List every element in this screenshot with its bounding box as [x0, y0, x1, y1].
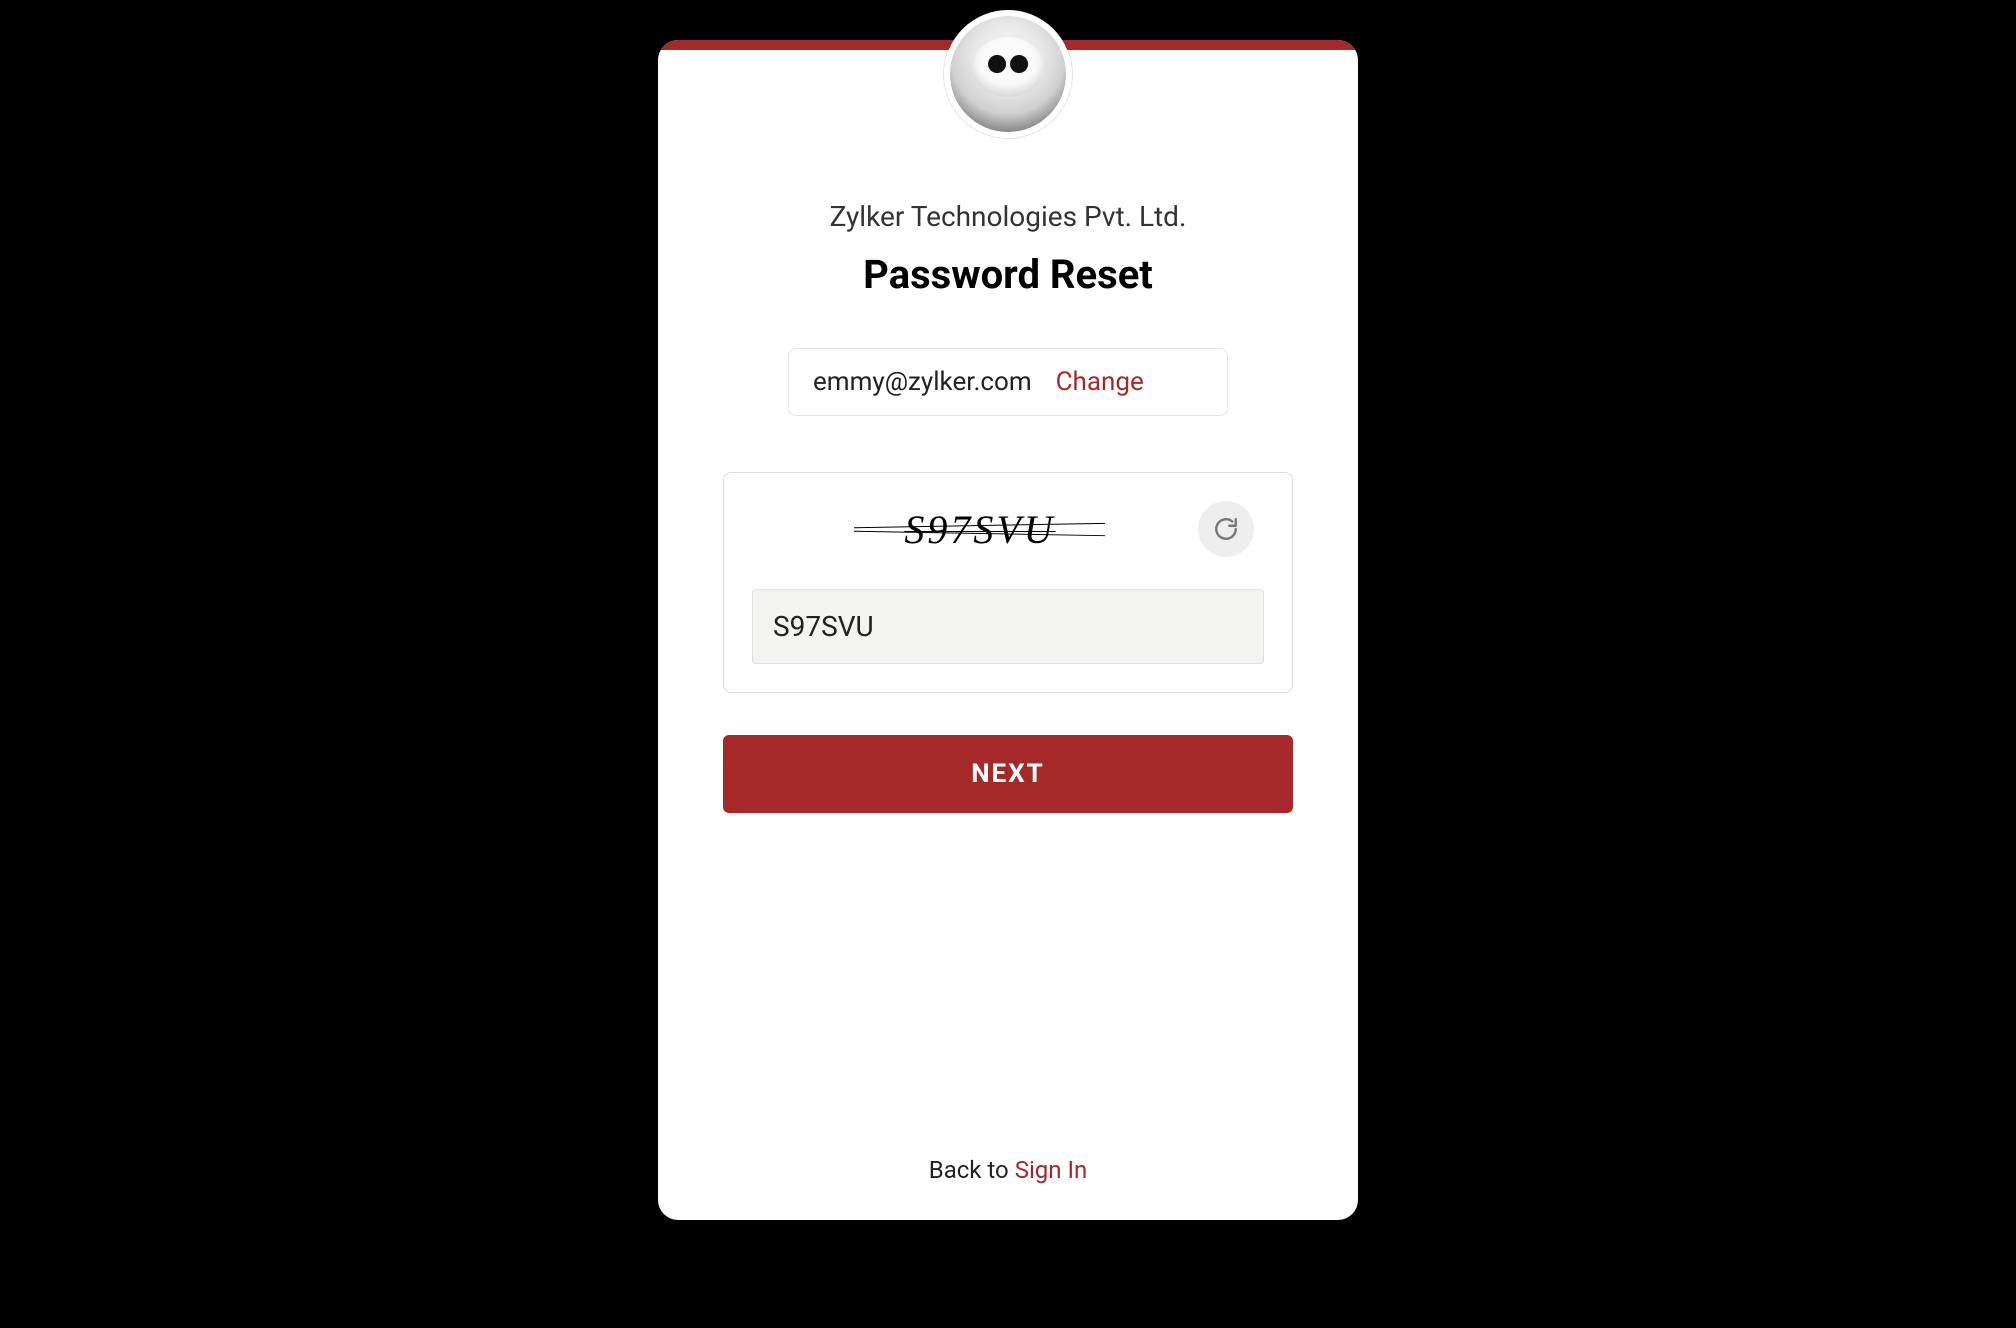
captcha-displayed-text: S97SVU: [864, 506, 1095, 553]
page-title: Password Reset: [863, 251, 1153, 298]
sign-in-link[interactable]: Sign In: [1015, 1156, 1088, 1184]
password-reset-card-wrapper: Zylker Technologies Pvt. Ltd. Password R…: [658, 40, 1358, 1220]
captcha-box: S97SVU: [723, 472, 1293, 693]
change-email-button[interactable]: Change: [1056, 367, 1144, 397]
footer-prefix: Back to: [929, 1156, 1015, 1184]
email-box: emmy@zylker.com Change: [788, 348, 1228, 416]
captcha-image: S97SVU: [762, 506, 1198, 553]
email-value: emmy@zylker.com: [813, 367, 1032, 397]
company-name: Zylker Technologies Pvt. Ltd.: [830, 200, 1187, 233]
captcha-refresh-button[interactable]: [1198, 501, 1254, 557]
next-button[interactable]: NEXT: [723, 735, 1293, 813]
avatar: [944, 10, 1072, 138]
captcha-input[interactable]: [752, 589, 1264, 664]
refresh-icon: [1213, 516, 1239, 542]
captcha-display-row: S97SVU: [752, 501, 1264, 557]
footer: Back to Sign In: [658, 1156, 1358, 1184]
password-reset-card: Zylker Technologies Pvt. Ltd. Password R…: [658, 40, 1358, 1220]
